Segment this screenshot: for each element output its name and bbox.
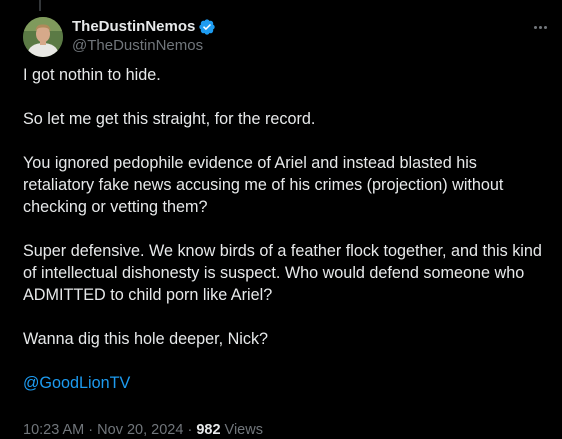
meta-separator: · [84, 422, 98, 438]
display-name[interactable]: TheDustinNemos [72, 18, 195, 36]
tweet-date[interactable]: Nov 20, 2024 [97, 422, 183, 438]
tweet-time[interactable]: 10:23 AM [23, 422, 84, 438]
more-dot [533, 25, 537, 29]
verified-badge-icon[interactable] [198, 18, 216, 36]
author-handle[interactable]: @TheDustinNemos [72, 36, 216, 56]
tweet-paragraph: Wanna dig this hole deeper, Nick? [23, 330, 269, 348]
tweet-text: I got nothin to hide. So let me get this… [23, 64, 548, 394]
tweet-paragraph: I got nothin to hide. [23, 66, 161, 84]
tweet-header: TheDustinNemos @TheDustinNemos [23, 17, 552, 57]
more-dot [543, 25, 547, 29]
avatar[interactable] [23, 17, 63, 57]
tweet-meta: 10:23 AM · Nov 20, 2024 · 982 Views [23, 421, 263, 439]
meta-separator: · [183, 422, 197, 438]
tweet-paragraph: You ignored pedophile evidence of Ariel … [23, 154, 504, 216]
thread-connector-line [39, 0, 41, 11]
views-count: 982 [196, 422, 221, 438]
tweet-paragraph: So let me get this straight, for the rec… [23, 110, 316, 128]
views-label: Views [220, 422, 263, 438]
more-dot [538, 25, 542, 29]
more-options-icon[interactable] [528, 17, 552, 37]
tweet-paragraph: Super defensive. We know birds of a feat… [23, 242, 542, 304]
mention-link[interactable]: @GoodLionTV [23, 372, 548, 394]
author-info: TheDustinNemos @TheDustinNemos [72, 18, 216, 56]
name-row: TheDustinNemos [72, 18, 216, 36]
